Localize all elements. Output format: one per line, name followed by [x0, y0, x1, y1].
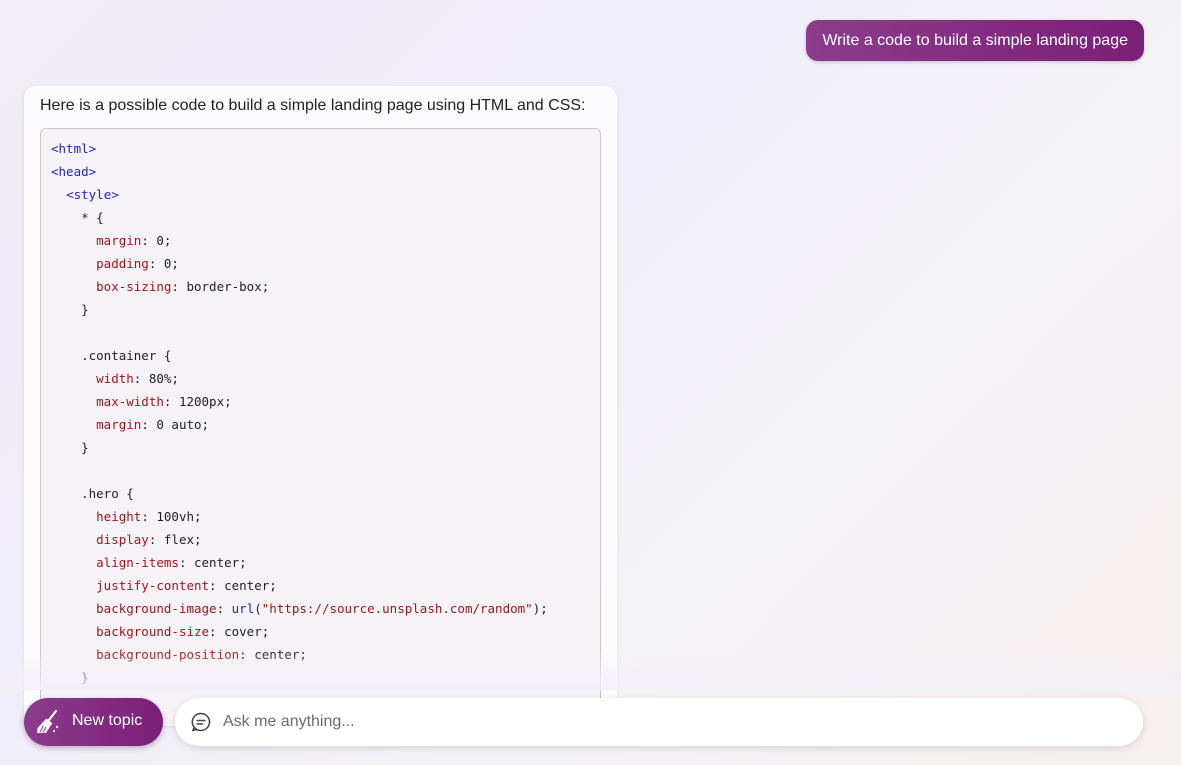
user-message-bubble: Write a code to build a simple landing p…	[806, 20, 1144, 61]
code-token: (	[254, 601, 262, 616]
code-line: padding: 0;	[51, 252, 548, 275]
new-topic-label: New topic	[72, 712, 143, 729]
code-token: :	[216, 601, 232, 616]
broom-icon	[37, 709, 59, 733]
code-token: : flex;	[148, 532, 202, 547]
code-token: background-position	[96, 647, 240, 662]
code-token: margin	[96, 417, 142, 432]
code-line: margin: 0 auto;	[51, 413, 548, 436]
code-token: : 100vh;	[141, 509, 202, 524]
code-token: .container {	[51, 348, 172, 363]
new-topic-button[interactable]: New topic	[24, 698, 163, 746]
code-token: width	[96, 371, 134, 386]
code-line: display: flex;	[51, 528, 548, 551]
code-token: * {	[51, 210, 104, 225]
code-token: url	[231, 601, 255, 616]
code-token: : border-box;	[171, 279, 270, 294]
code-line: background-position: center;	[51, 643, 548, 666]
code-token: : 0 auto;	[141, 417, 210, 432]
code-line: align-items: center;	[51, 551, 548, 574]
code-line: .hero {	[51, 482, 548, 505]
code-token: .hero {	[51, 486, 134, 501]
code-token: max-width	[96, 394, 164, 409]
code-token: }	[51, 670, 89, 685]
code-lines: <html> <head> <style> * { margin: 0; padd…	[51, 137, 548, 689]
code-token: : 1200px;	[163, 394, 232, 409]
code-token: box-sizing	[96, 279, 172, 294]
code-token: justify-content	[96, 578, 210, 593]
code-token: <html>	[51, 141, 97, 156]
code-line: }	[51, 298, 548, 321]
code-token: margin	[96, 233, 142, 248]
ask-input[interactable]	[223, 708, 1113, 736]
code-line: height: 100vh;	[51, 505, 548, 528]
code-line: justify-content: center;	[51, 574, 548, 597]
code-token: align-items	[96, 555, 179, 570]
ask-input-container[interactable]	[175, 698, 1143, 746]
code-line: <head>	[51, 160, 548, 183]
code-line: background-size: cover;	[51, 620, 548, 643]
code-token: : center;	[178, 555, 247, 570]
code-token: : 80%;	[133, 371, 179, 386]
code-line: <style>	[51, 183, 548, 206]
bot-response-intro: Here is a possible code to build a simpl…	[40, 97, 586, 114]
code-token: }	[51, 302, 89, 317]
bot-response-card: Here is a possible code to build a simpl…	[24, 86, 617, 726]
code-token: background-size	[96, 624, 210, 639]
code-token: : cover;	[209, 624, 270, 639]
chat-bubble-icon	[191, 712, 211, 732]
code-line: width: 80%;	[51, 367, 548, 390]
code-token: <style>	[66, 187, 119, 202]
code-token: : 0;	[141, 233, 172, 248]
code-line: <html>	[51, 137, 548, 160]
code-token: "https://source.unsplash.com/random"	[261, 601, 533, 616]
code-token: : 0;	[148, 256, 179, 271]
code-line: * {	[51, 206, 548, 229]
code-line: }	[51, 666, 548, 689]
code-line: .container {	[51, 344, 548, 367]
code-line: background-image: url("https://source.un…	[51, 597, 548, 620]
code-line: margin: 0;	[51, 229, 548, 252]
code-line: }	[51, 436, 548, 459]
code-token: <head>	[51, 164, 97, 179]
code-token: background-image	[96, 601, 217, 616]
code-token: height	[96, 509, 142, 524]
code-token: );	[532, 601, 548, 616]
code-line: max-width: 1200px;	[51, 390, 548, 413]
code-token: : center;	[209, 578, 277, 593]
user-message-text: Write a code to build a simple landing p…	[822, 31, 1128, 49]
code-line: box-sizing: border-box;	[51, 275, 548, 298]
code-token: : center;	[239, 647, 307, 662]
code-token: display	[96, 532, 149, 547]
code-block[interactable]: <html> <head> <style> * { margin: 0; padd…	[40, 128, 601, 726]
code-token: }	[51, 440, 89, 455]
code-token: padding	[96, 256, 149, 271]
